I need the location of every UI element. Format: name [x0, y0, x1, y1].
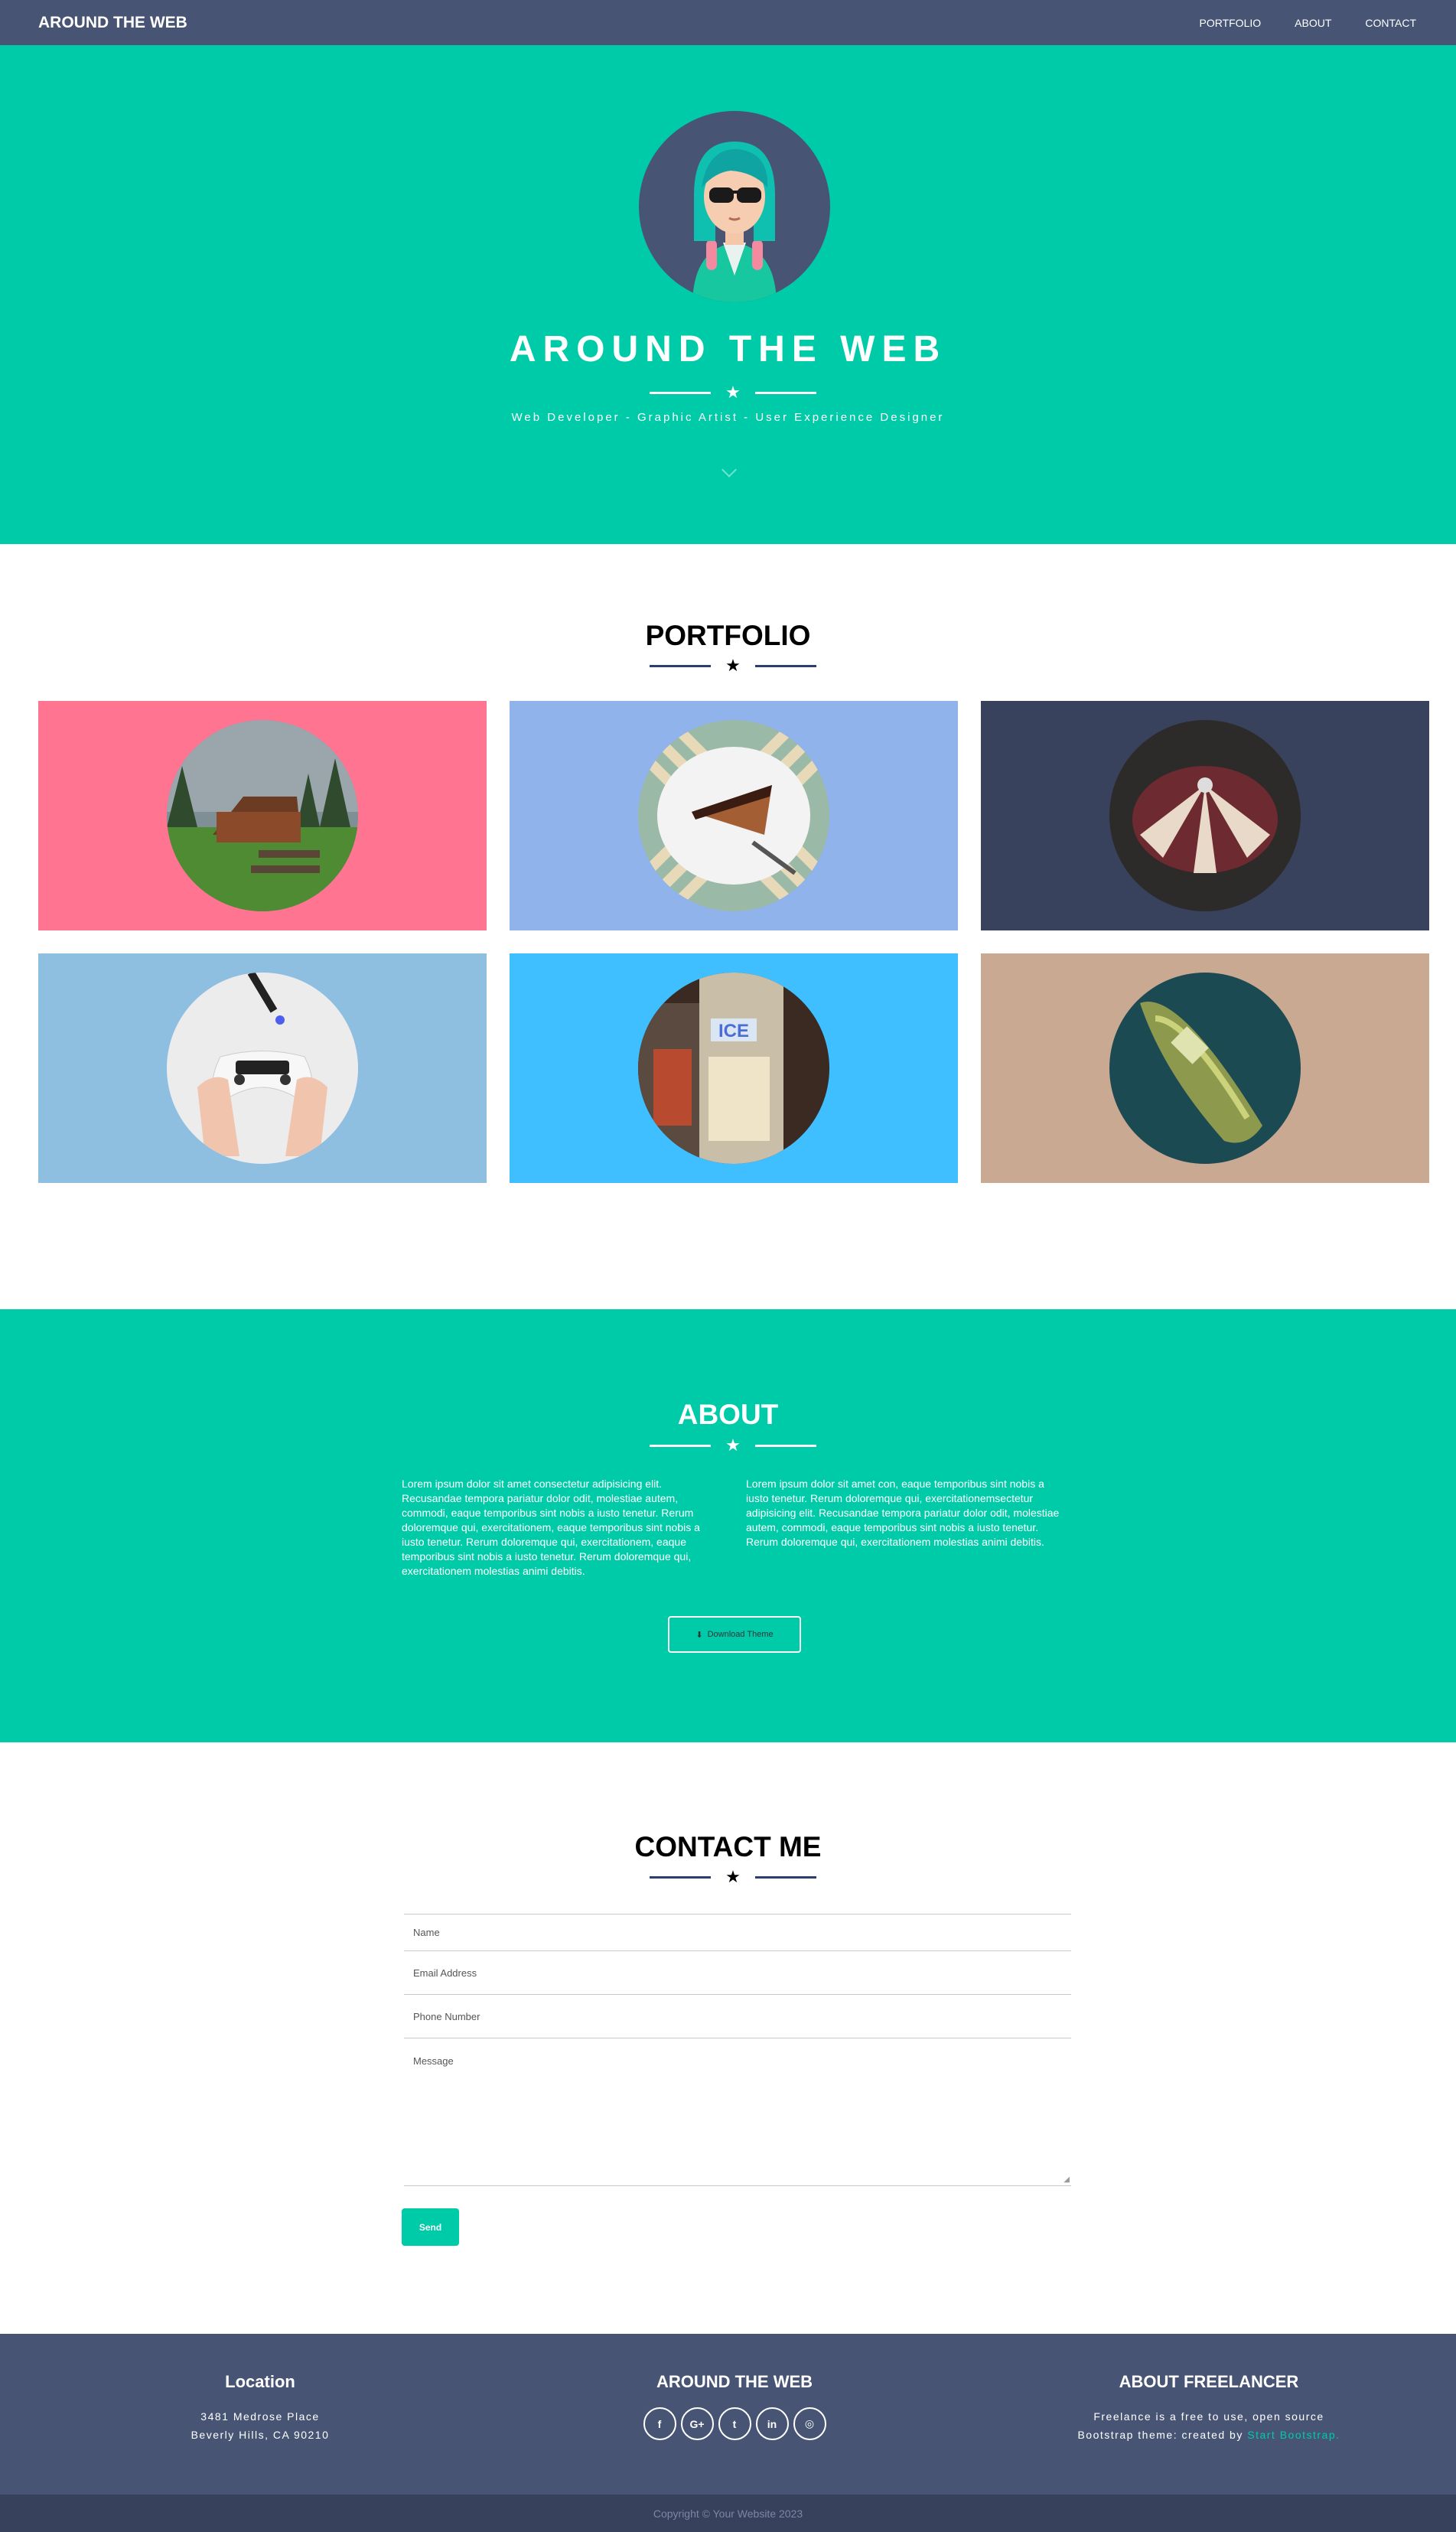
resize-handle-icon[interactable]: ◢ [1063, 2175, 1070, 2184]
download-theme-button[interactable]: ⬇ Download Theme [668, 1616, 801, 1653]
name-field[interactable]: Name [404, 1914, 1071, 1951]
footer-about-title: ABOUT FREELANCER [1119, 2372, 1299, 2391]
name-placeholder: Name [413, 1927, 440, 1938]
cabin-image [167, 720, 358, 911]
portfolio-item[interactable] [38, 701, 487, 930]
contact-divider: ★ [650, 1869, 816, 1885]
portfolio-divider: ★ [650, 657, 816, 674]
portfolio-item[interactable]: ICE [510, 953, 958, 1183]
boat-image [1109, 973, 1301, 1164]
email-field[interactable]: Email Address [404, 1951, 1071, 1995]
phone-placeholder: Phone Number [413, 2011, 480, 2022]
footer-address-line2: Beverly Hills, CA 90210 [191, 2429, 330, 2441]
start-bootstrap-link[interactable]: Start Bootstrap. [1247, 2429, 1340, 2441]
footer-about-text1: Freelance is a free to use, open source [1093, 2410, 1324, 2423]
phone-field[interactable]: Phone Number [404, 1995, 1071, 2038]
avatar [639, 111, 830, 302]
footer-about-text2: Bootstrap theme: created by Start Bootst… [1077, 2429, 1340, 2441]
portfolio-item[interactable] [981, 701, 1429, 930]
about-section: ABOUT ★ Lorem ipsum dolor sit amet conse… [0, 1309, 1456, 1742]
navbar: AROUND THE WEB PORTFOLIO ABOUT CONTACT [0, 0, 1456, 45]
nav-link-portfolio[interactable]: PORTFOLIO [1199, 17, 1261, 29]
ice-machine-image: ICE [638, 973, 829, 1164]
footer-location: Location 3481 Medrose Place Beverly Hill… [153, 2372, 367, 2444]
hero-title: AROUND THE WEB [509, 329, 947, 370]
game-controller-image [167, 973, 358, 1164]
google-plus-icon[interactable]: G+ [680, 2407, 714, 2440]
star-icon: ★ [725, 383, 741, 402]
about-divider: ★ [650, 1437, 816, 1454]
circus-tent-image [1109, 720, 1301, 911]
about-text-right: Lorem ipsum dolor sit amet con, eaque te… [746, 1478, 1060, 1548]
linkedin-icon[interactable]: in [755, 2407, 789, 2440]
send-button[interactable]: Send [402, 2208, 459, 2246]
about-text-left: Lorem ipsum dolor sit amet consectetur a… [402, 1478, 700, 1577]
footer-social-title: AROUND THE WEB [656, 2372, 813, 2391]
brand-logo[interactable]: AROUND THE WEB [38, 14, 187, 32]
twitter-icon[interactable]: t [718, 2407, 751, 2440]
copyright: Copyright © Your Website 2023 [0, 2495, 1456, 2532]
portfolio-item[interactable] [38, 953, 487, 1183]
footer-location-title: Location [225, 2372, 295, 2391]
message-placeholder: Message [413, 2055, 454, 2067]
svg-text:ICE: ICE [718, 1021, 749, 1041]
footer-social: AROUND THE WEB f G+ t in ◎ [612, 2372, 857, 2440]
portfolio-item[interactable] [981, 953, 1429, 1183]
facebook-icon[interactable]: f [643, 2407, 676, 2440]
nav-link-about[interactable]: ABOUT [1295, 17, 1331, 29]
social-links: f G+ t in ◎ [612, 2407, 857, 2440]
download-icon: ⬇ [695, 1630, 703, 1640]
footer-address-line1: 3481 Medrose Place [200, 2410, 320, 2423]
portfolio-item[interactable] [510, 701, 958, 930]
footer-about: ABOUT FREELANCER Freelance is a free to … [1056, 2372, 1362, 2444]
star-icon: ★ [725, 1435, 741, 1455]
about-title: ABOUT [677, 1399, 779, 1430]
footer: Location 3481 Medrose Place Beverly Hill… [0, 2334, 1456, 2495]
message-field[interactable]: Message ◢ [404, 2038, 1071, 2186]
contact-title: CONTACT ME [634, 1831, 822, 1862]
nav-links: PORTFOLIO ABOUT CONTACT [1199, 17, 1416, 29]
email-placeholder: Email Address [413, 1967, 477, 1979]
hero-section: AROUND THE WEB ★ Web Developer - Graphic… [0, 45, 1456, 544]
star-icon: ★ [725, 1867, 741, 1886]
chevron-down-icon[interactable] [721, 462, 737, 477]
star-icon: ★ [725, 656, 741, 675]
hero-subtitle: Web Developer - Graphic Artist - User Ex… [511, 411, 945, 424]
cake-image [638, 720, 829, 911]
nav-link-contact[interactable]: CONTACT [1365, 17, 1416, 29]
portfolio-title: PORTFOLIO [645, 620, 811, 651]
dribbble-icon[interactable]: ◎ [793, 2407, 826, 2440]
hero-divider: ★ [650, 384, 816, 401]
download-theme-label: Download Theme [707, 1630, 774, 1639]
